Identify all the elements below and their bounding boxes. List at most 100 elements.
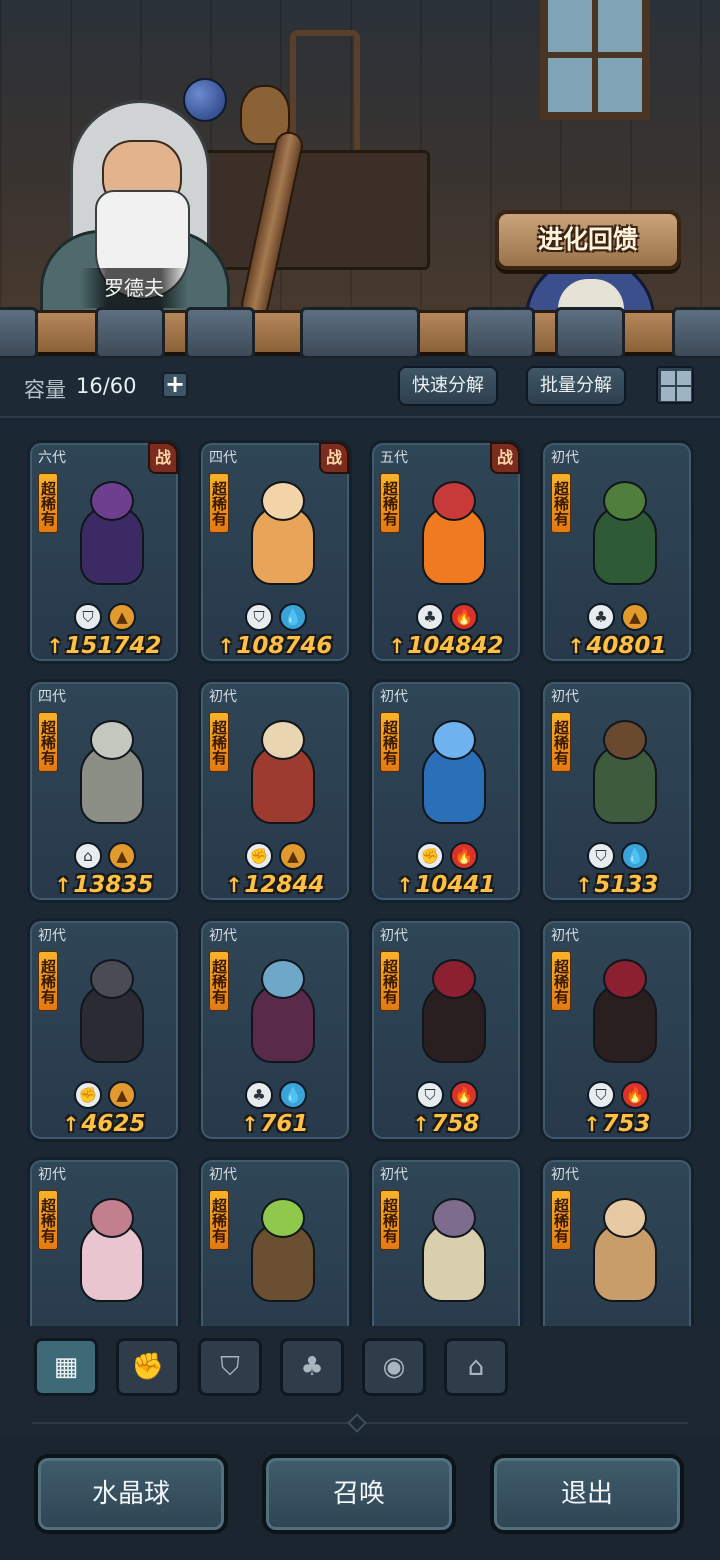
grid-view-icon[interactable] [656,366,694,404]
monster-portrait [414,714,494,834]
evolve-feedback-button[interactable]: 进化回馈 [495,210,681,270]
power-arrow-icon: ↑ [567,634,585,658]
monster-portrait [414,953,494,1073]
monster-head [432,1198,476,1238]
attribute-icons: ⌂ ▲ [74,842,144,870]
rarity-badge: 超稀有 [38,473,58,533]
generation-label: 初代 [209,928,237,944]
rarity-badge: 超稀有 [551,1190,571,1250]
power-value: ↑10441 [372,872,520,898]
power-arrow-icon: ↑ [241,1112,259,1136]
monster-head [261,1198,305,1238]
leaf-icon: ♣ [587,603,615,631]
monster-card[interactable]: 初代 超稀有 ✊ 🔥 ↑10441 [369,679,523,903]
monster-card[interactable]: 初代 超稀有 ⛉ 💧 ↑5133 [540,679,694,903]
filter-tab-fist-icon[interactable]: ✊ [116,1338,180,1396]
monster-card[interactable]: 初代 超稀有 [540,1157,694,1326]
rarity-badge: 超稀有 [209,473,229,533]
monster-card[interactable]: 四代 超稀有 ⌂ ▲ ↑13835 [27,679,181,903]
leaf-icon: ♣ [300,1352,324,1382]
monster-card-grid: 六代战超稀有 ⛉ ▲ ↑151742 四代战超稀有 ⛉ 💧 ↑108746 五代战超稀有 ♣ 🔥 ↑1… [0,420,720,1326]
attribute-icons: ⛉ 💧 [245,603,315,631]
battle-tag: 战 [319,442,349,474]
filter-tab-alien-icon[interactable]: ◉ [362,1338,426,1396]
crystal-ball-button[interactable]: 水晶球 [34,1454,228,1534]
monster-portrait [72,1192,152,1312]
filter-tab-shield-icon[interactable]: ⛉ [198,1338,262,1396]
power-arrow-icon: ↑ [217,634,235,658]
monster-card[interactable]: 五代战超稀有 ♣ 🔥 ↑104842 [369,440,523,664]
power-number: 758 [431,1111,480,1137]
rail-block [555,307,625,359]
power-arrow-icon: ↑ [575,873,593,897]
monster-card[interactable]: 四代战超稀有 ⛉ 💧 ↑108746 [198,440,352,664]
water-icon: 💧 [279,603,307,631]
fist-icon: ✊ [245,842,273,870]
monster-head [261,959,305,999]
filter-tab-leaf-icon[interactable]: ♣ [280,1338,344,1396]
leaf-icon: ♣ [416,603,444,631]
power-value: ↑108746 [201,633,349,659]
chair [290,30,360,150]
rarity-badge: 超稀有 [38,1190,58,1250]
power-arrow-icon: ↑ [54,873,72,897]
exit-button[interactable]: 退出 [490,1454,684,1534]
attribute-icons: ♣ 🔥 [416,603,486,631]
monster-portrait [243,1192,323,1312]
rail-block [95,307,165,359]
power-arrow-icon: ↑ [225,873,243,897]
monster-card[interactable]: 初代 超稀有 [27,1157,181,1326]
monster-portrait [243,714,323,834]
rarity-badge: 超稀有 [209,712,229,772]
divider-ornament [347,1413,367,1433]
attribute-icons: ♣ 💧 [245,1081,315,1109]
monster-card[interactable]: 初代超稀有 ♣ 💧 ↑761 [198,918,352,1142]
monster-card[interactable]: 初代 超稀有 [369,1157,523,1326]
monster-head [432,959,476,999]
monster-head [603,1198,647,1238]
rail-block [300,307,420,359]
rarity-badge: 超稀有 [209,1190,229,1250]
monster-card[interactable]: 初代 超稀有 [198,1157,352,1326]
monster-card[interactable]: 初代 超稀有 ⛉ 🔥 ↑753 [540,918,694,1142]
filter-tab-all-blocks-icon[interactable]: ▦ [34,1338,98,1396]
rarity-badge: 超稀有 [551,712,571,772]
attribute-icons: ✊ ▲ [245,842,315,870]
power-value: ↑5133 [543,872,691,898]
power-arrow-icon: ↑ [46,634,64,658]
battle-tag: 战 [490,442,520,474]
filter-tab-tower-icon[interactable]: ⌂ [444,1338,508,1396]
attribute-icons: ⛉ ▲ [74,603,144,631]
power-arrow-icon: ↑ [412,1112,430,1136]
capacity-value: 16/60 [76,374,137,398]
battle-tag: 战 [148,442,178,474]
tower-icon: ⌂ [467,1352,485,1382]
monster-portrait [585,953,665,1073]
attribute-icons: ✊ 🔥 [416,842,486,870]
add-capacity-button[interactable]: + [162,372,188,398]
monster-card[interactable]: 初代 超稀有 ♣ ▲ ↑40801 [540,440,694,664]
monster-card[interactable]: 初代 超稀有 ✊ ▲ ↑4625 [27,918,181,1142]
attribute-icons: ⛉ 💧 [587,842,657,870]
monster-card[interactable]: 六代战超稀有 ⛉ ▲ ↑151742 [27,440,181,664]
monster-head [90,959,134,999]
rarity-badge: 超稀有 [209,951,229,1011]
all-blocks-icon: ▦ [53,1352,79,1382]
generation-label: 初代 [380,1167,408,1183]
quick-decompose-button[interactable]: 快速分解 [398,366,498,406]
monster-head [261,481,305,521]
power-value: ↑4625 [30,1111,178,1137]
bottom-action-bar: 水晶球 召唤 退出 [0,1436,720,1560]
summon-button[interactable]: 召唤 [262,1454,456,1534]
monster-card[interactable]: 初代 超稀有 ✊ ▲ ↑12844 [198,679,352,903]
batch-decompose-button[interactable]: 批量分解 [526,366,626,406]
monster-portrait [414,475,494,595]
power-number: 761 [260,1111,309,1137]
power-arrow-icon: ↑ [62,1112,80,1136]
monster-card[interactable]: 初代 超稀有 ⛉ 🔥 ↑758 [369,918,523,1142]
monster-portrait [414,1192,494,1312]
generation-label: 四代 [38,689,66,705]
power-number: 13835 [73,872,154,898]
earth-icon: ▲ [621,603,649,631]
fire-icon: 🔥 [450,1081,478,1109]
